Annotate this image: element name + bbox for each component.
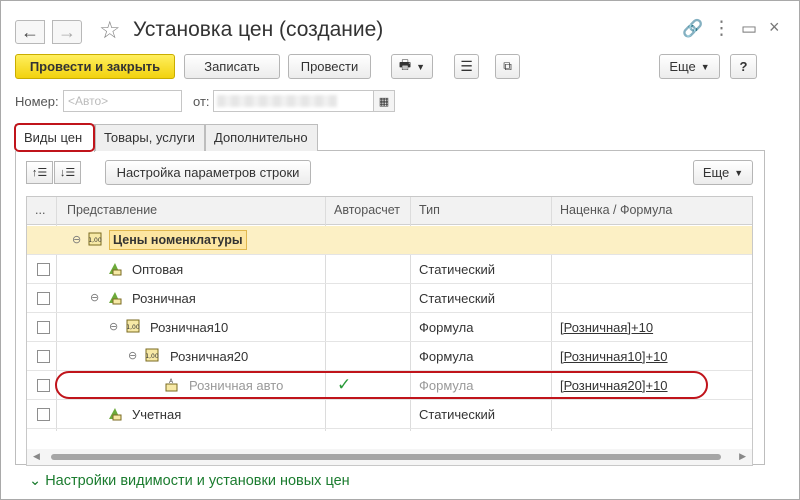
arrow-left-icon: ← xyxy=(21,21,39,42)
horizontal-scrollbar[interactable]: ◀ ▶ xyxy=(27,449,752,465)
chevron-down-icon: ▼ xyxy=(700,61,710,72)
panel-more-button[interactable]: Еще ▼ xyxy=(693,160,753,185)
calendar-icon[interactable]: ▦ xyxy=(373,90,395,112)
sort-asc-icon[interactable]: ↑☰ xyxy=(26,161,53,184)
price-formula-icon: 1,00 xyxy=(145,348,159,362)
post-and-close-button[interactable]: Провести и закрыть xyxy=(15,54,175,79)
row-formula[interactable]: [Розничная10]+10 xyxy=(560,349,668,364)
star-icon[interactable]: ☆ xyxy=(99,16,121,45)
row-name: Розничная10 xyxy=(150,320,229,335)
table-row[interactable]: Учетная Статический xyxy=(27,400,752,429)
structure-button[interactable]: ⧉ xyxy=(495,54,520,79)
price-group-icon: 1,00 xyxy=(88,232,102,246)
report-button[interactable]: ☰ xyxy=(454,54,479,79)
save-button[interactable]: Записать xyxy=(184,54,280,79)
close-icon[interactable]: × xyxy=(769,17,780,38)
help-button[interactable]: ? xyxy=(730,54,757,79)
row-checkbox[interactable] xyxy=(37,321,50,334)
number-label: Номер: xyxy=(15,94,59,109)
row-name: Розничная20 xyxy=(170,349,249,364)
visibility-settings-link[interactable]: ⌄ Настройки видимости и установки новых … xyxy=(29,473,350,489)
row-name: Оптовая xyxy=(132,262,184,277)
more-button[interactable]: Еще ▼ xyxy=(659,54,720,79)
table-row[interactable]: Оптовая Статический xyxy=(27,255,752,284)
price-type-icon xyxy=(109,263,122,276)
settings-link-label: Настройки видимости и установки новых це… xyxy=(45,473,350,489)
row-type: Формула xyxy=(419,320,474,335)
table-header: ... Представление Авторасчет Тип Наценка… xyxy=(27,197,752,225)
row-checkbox[interactable] xyxy=(37,379,50,392)
forward-button[interactable]: → xyxy=(52,20,82,44)
panel-more-label: Еще xyxy=(702,165,730,180)
row-settings-button[interactable]: Настройка параметров строки xyxy=(105,160,311,185)
back-button[interactable]: ← xyxy=(15,20,45,44)
tab-goods-services[interactable]: Товары, услуги xyxy=(95,124,205,151)
tab-additional[interactable]: Дополнительно xyxy=(205,124,318,151)
collapse-icon[interactable]: ⊖ xyxy=(90,291,99,304)
more-label: Еще xyxy=(669,59,696,74)
row-name: Розничная xyxy=(132,291,196,306)
row-type: Статический xyxy=(419,291,496,306)
table-row[interactable]: ⊖ 1,00 Розничная10 Формула [Розничная]+1… xyxy=(27,313,752,342)
sort-desc-icon[interactable]: ↓☰ xyxy=(54,161,81,184)
col-dots[interactable]: ... xyxy=(35,203,45,217)
price-type-icon xyxy=(109,292,122,305)
row-checkbox[interactable] xyxy=(37,408,50,421)
row-type: Статический xyxy=(419,262,496,277)
row-formula[interactable]: [Розничная]+10 xyxy=(560,320,653,335)
row-checkbox[interactable] xyxy=(37,350,50,363)
link-icon[interactable]: 🔗 xyxy=(682,19,703,39)
date-label: от: xyxy=(193,94,210,109)
maximize-icon[interactable]: ▭ xyxy=(741,19,757,39)
menu-dots-icon[interactable]: ⋮ xyxy=(712,17,731,40)
document-window: ← → ☆ Установка цен (создание) 🔗 ⋮ ▭ × П… xyxy=(0,0,800,500)
price-formula-icon: 1,00 xyxy=(126,319,140,333)
col-name[interactable]: Представление xyxy=(67,203,157,217)
chevron-down-icon: ▼ xyxy=(734,167,744,178)
chevron-down-icon: ⌄ xyxy=(29,473,42,489)
collapse-icon[interactable]: ⊖ xyxy=(128,349,137,362)
row-type: Статический xyxy=(419,407,496,422)
scrollbar-thumb[interactable] xyxy=(51,454,721,460)
row-type: Формула xyxy=(419,349,474,364)
date-value-blurred xyxy=(217,95,337,107)
number-field[interactable]: <Авто> xyxy=(63,90,182,112)
tab-highlight xyxy=(14,123,95,152)
row-name: Учетная xyxy=(132,407,182,422)
row-name: Цены номенклатуры xyxy=(109,230,247,250)
structure-icon: ⧉ xyxy=(503,59,512,73)
svg-text:1,00: 1,00 xyxy=(145,353,159,360)
row-checkbox[interactable] xyxy=(37,263,50,276)
printer-icon: 🖶 xyxy=(398,56,412,72)
table-row[interactable]: ⊖ 1,00 Розничная20 Формула [Розничная10]… xyxy=(27,342,752,371)
collapse-icon[interactable]: ⊖ xyxy=(109,320,118,333)
col-type[interactable]: Тип xyxy=(419,203,440,217)
chevron-down-icon: ▼ xyxy=(416,61,426,72)
svg-text:1,00: 1,00 xyxy=(88,237,102,244)
price-type-icon xyxy=(109,408,122,421)
row-highlight xyxy=(55,371,708,399)
col-auto[interactable]: Авторасчет xyxy=(334,203,400,217)
price-types-table[interactable]: ... Представление Авторасчет Тип Наценка… xyxy=(26,196,753,466)
table-row[interactable]: ⊖ 1,00 Цены номенклатуры xyxy=(27,226,752,255)
svg-text:1,00: 1,00 xyxy=(126,324,140,331)
scroll-right-icon[interactable]: ▶ xyxy=(739,451,746,462)
scroll-left-icon[interactable]: ◀ xyxy=(33,451,40,462)
table-row[interactable]: ⊖ Розничная Статический xyxy=(27,284,752,313)
arrow-right-icon: → xyxy=(58,21,76,42)
window-title: Установка цен (создание) xyxy=(133,18,384,41)
col-formula[interactable]: Наценка / Формула xyxy=(560,203,672,217)
list-icon: ☰ xyxy=(460,58,473,74)
collapse-icon[interactable]: ⊖ xyxy=(72,233,81,246)
post-button[interactable]: Провести xyxy=(288,54,371,79)
row-checkbox[interactable] xyxy=(37,292,50,305)
print-button[interactable]: 🖶 ▼ xyxy=(391,54,433,79)
